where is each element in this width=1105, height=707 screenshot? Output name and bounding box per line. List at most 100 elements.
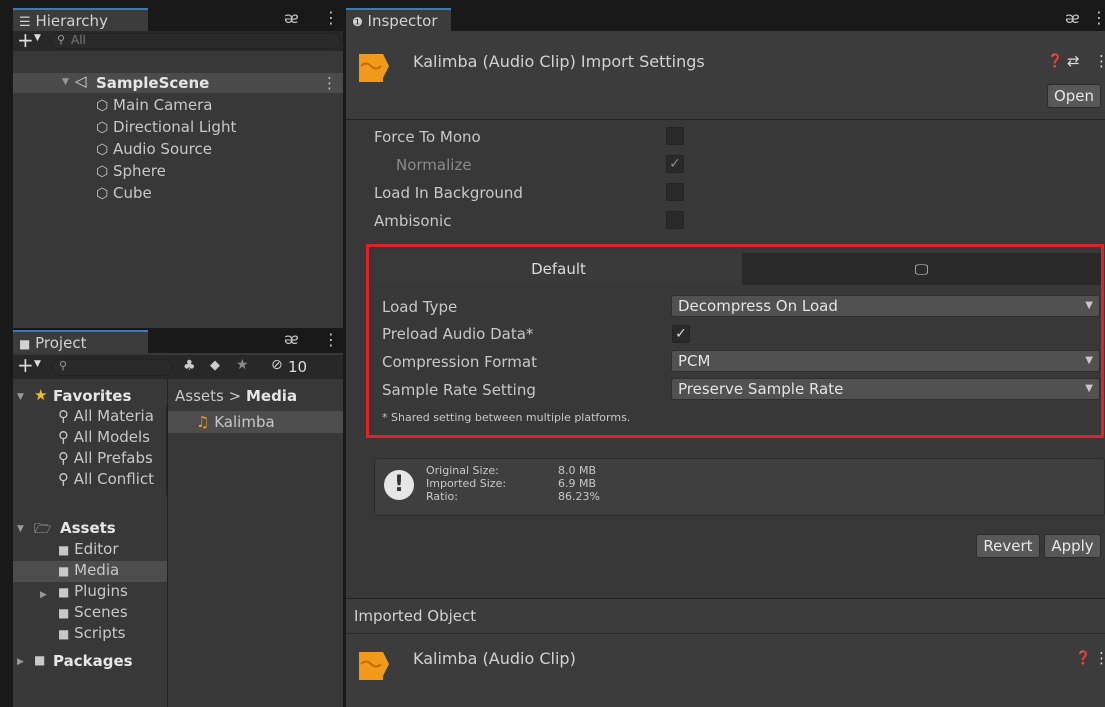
more-menu-icon[interactable]: ⋮ <box>1091 8 1105 27</box>
scene-menu-icon[interactable]: ⋮ <box>322 74 337 92</box>
apply-button[interactable]: Apply <box>1044 534 1101 558</box>
add-icon[interactable]: + <box>17 28 34 52</box>
search-icon: ⚲ <box>58 407 69 425</box>
help-icon[interactable]: ❓ <box>1075 651 1091 666</box>
folder-icon: ■ <box>58 585 70 599</box>
hidden-packages-icon[interactable]: ⊘ <box>271 357 283 373</box>
shared-setting-note: * Shared setting between multiple platfo… <box>382 411 631 424</box>
original-size-value: 8.0 MB <box>558 464 597 477</box>
filter-by-type-icon[interactable]: ♣ <box>183 358 196 374</box>
lock-icon[interactable]: ᴂ <box>284 9 299 27</box>
search-icon: ⚲ <box>57 33 66 46</box>
compression-format-label: Compression Format <box>382 353 537 371</box>
revert-button[interactable]: Revert <box>976 534 1040 558</box>
load-in-background-checkbox[interactable] <box>666 183 684 201</box>
list-item[interactable]: ⬡ Cube <box>96 184 152 202</box>
breadcrumb-separator: > <box>228 387 242 405</box>
list-item[interactable]: ♫ Kalimba <box>196 413 275 431</box>
tab-standalone[interactable]: 🖵 <box>742 253 1101 285</box>
search-icon: ⚲ <box>58 470 69 488</box>
folder-icon: ■ <box>58 564 70 578</box>
list-item[interactable]: ⬡ Directional Light <box>96 118 236 136</box>
list-item[interactable]: ■ Media <box>58 561 119 579</box>
more-menu-icon[interactable]: ⋮ <box>1094 649 1105 667</box>
more-menu-icon[interactable]: ⋮ <box>323 330 339 349</box>
foldout-arrow-icon[interactable]: ▶ <box>17 657 24 667</box>
load-in-background-label: Load In Background <box>374 184 523 202</box>
tab-project[interactable]: ■ Project <box>13 330 148 353</box>
preload-audio-label: Preload Audio Data* <box>382 325 534 343</box>
more-menu-icon[interactable]: ⋮ <box>1094 52 1105 70</box>
search-icon: ⚲ <box>58 428 69 446</box>
project-tab-label: Project <box>35 334 87 352</box>
foldout-arrow-icon[interactable]: ▶ <box>40 590 47 600</box>
normalize-checkbox[interactable]: ✓ <box>666 155 684 173</box>
more-menu-icon[interactable]: ⋮ <box>323 8 339 27</box>
lock-icon[interactable]: ᴂ <box>284 330 299 348</box>
list-item[interactable]: ■ Scenes <box>58 603 128 621</box>
imported-object-label: Imported Object <box>354 607 477 625</box>
tab-default[interactable]: Default <box>375 253 742 285</box>
list-item[interactable]: ■ Scripts <box>58 624 125 642</box>
folder-icon: ■ <box>19 337 31 351</box>
inspector-title: Kalimba (Audio Clip) Import Settings <box>413 52 705 71</box>
chevron-down-icon[interactable]: ▼ <box>34 359 41 369</box>
imported-size-label: Imported Size: <box>426 477 507 490</box>
monitor-icon: 🖵 <box>914 262 929 278</box>
add-icon[interactable]: + <box>17 353 34 377</box>
list-item[interactable]: ⚲ All Prefabs <box>58 449 153 467</box>
list-item[interactable]: ⚲ All Conflict <box>58 470 154 488</box>
sample-rate-dropdown[interactable]: Preserve Sample Rate ▼ <box>671 378 1100 400</box>
folder-open-icon: 🗁 <box>34 521 52 537</box>
gameobject-icon: ⬡ <box>96 186 109 202</box>
warning-icon: ! <box>384 470 414 500</box>
chevron-down-icon: ▼ <box>1085 300 1093 311</box>
chevron-down-icon[interactable]: ▼ <box>34 33 41 43</box>
presets-icon[interactable]: ⇄ <box>1067 52 1080 70</box>
normalize-label: Normalize <box>396 156 472 174</box>
list-item[interactable]: ⬡ Audio Source <box>96 140 212 158</box>
gameobject-icon: ⬡ <box>96 142 109 158</box>
load-type-dropdown[interactable]: Decompress On Load ▼ <box>671 295 1100 317</box>
ambisonic-checkbox[interactable] <box>666 211 684 229</box>
foldout-arrow-icon[interactable]: ▼ <box>62 77 69 87</box>
lock-icon[interactable]: ᴂ <box>1065 9 1080 27</box>
force-to-mono-checkbox[interactable] <box>666 127 684 145</box>
inspector-header <box>346 31 1105 119</box>
breadcrumb: Assets > Media <box>175 387 297 405</box>
open-button[interactable]: Open <box>1047 84 1101 108</box>
list-item[interactable]: ⚲ All Models <box>58 428 150 446</box>
favorites-label[interactable]: Favorites <box>53 387 131 405</box>
breadcrumb-current[interactable]: Media <box>246 387 297 405</box>
imported-size-value: 6.9 MB <box>558 477 597 490</box>
packages-label[interactable]: Packages <box>53 652 133 670</box>
star-icon[interactable]: ★ <box>236 357 249 373</box>
list-item[interactable]: ⚲ All Materia <box>58 407 154 425</box>
hierarchy-search-input[interactable]: ⚲ All <box>50 33 341 49</box>
chevron-down-icon: ▼ <box>1085 383 1093 394</box>
list-item[interactable]: ⬡ Main Camera <box>96 96 212 114</box>
info-icon: ❶ <box>352 15 363 29</box>
scene-name: SampleScene <box>96 74 210 92</box>
size-info-labels: Original Size: Imported Size: Ratio: <box>426 464 506 503</box>
help-icon[interactable]: ❓ <box>1047 54 1063 69</box>
foldout-arrow-icon[interactable]: ▼ <box>17 524 24 534</box>
compression-format-dropdown[interactable]: PCM ▼ <box>671 350 1100 372</box>
preload-audio-checkbox[interactable]: ✓ <box>672 325 690 343</box>
list-item[interactable]: ⬡ Sphere <box>96 162 166 180</box>
imported-object-title: Kalimba (Audio Clip) <box>413 649 576 668</box>
list-item[interactable]: ■ Plugins <box>58 582 128 600</box>
hidden-count: 10 <box>288 358 308 376</box>
search-icon: ⚲ <box>59 359 68 372</box>
audio-clip-icon <box>357 52 389 84</box>
breadcrumb-root[interactable]: Assets <box>175 387 224 405</box>
list-item[interactable]: ■ Editor <box>58 540 119 558</box>
unity-scene-icon: ◁ <box>75 72 87 90</box>
tab-inspector[interactable]: ❶ Inspector <box>346 8 451 31</box>
filter-by-label-icon[interactable]: ◆ <box>210 358 220 373</box>
foldout-arrow-icon[interactable]: ▼ <box>17 392 24 402</box>
audio-file-icon: ♫ <box>196 413 210 431</box>
gameobject-icon: ⬡ <box>96 164 109 180</box>
project-search-input[interactable]: ⚲ <box>52 359 172 376</box>
assets-label[interactable]: Assets <box>60 519 116 537</box>
